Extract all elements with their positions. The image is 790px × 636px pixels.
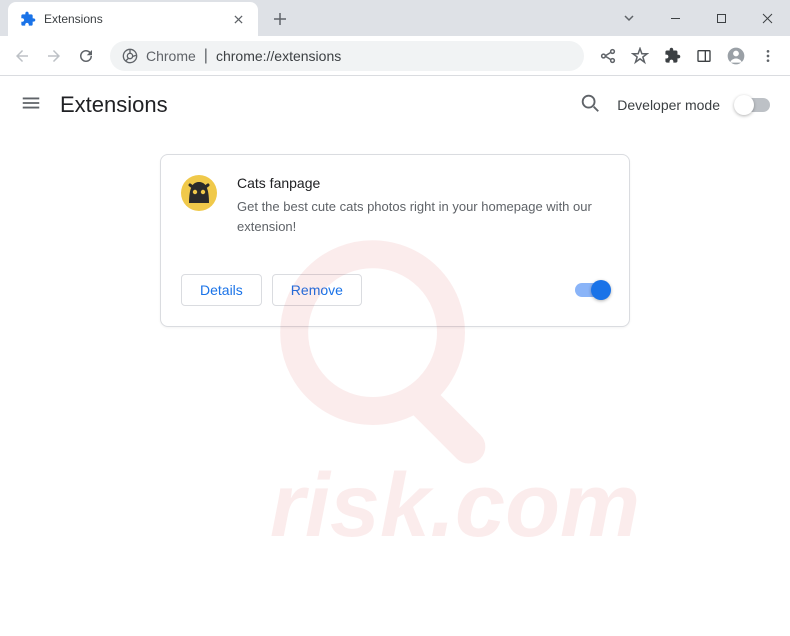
developer-mode-toggle[interactable] [736, 98, 770, 112]
details-button[interactable]: Details [181, 274, 262, 306]
hamburger-icon[interactable] [20, 92, 42, 119]
reload-button[interactable] [72, 42, 100, 70]
profile-icon[interactable] [722, 42, 750, 70]
minimize-button[interactable] [652, 0, 698, 36]
close-icon[interactable] [230, 11, 246, 27]
share-icon[interactable] [594, 42, 622, 70]
extension-icon [181, 175, 217, 211]
browser-tab[interactable]: Extensions [8, 2, 258, 36]
remove-button[interactable]: Remove [272, 274, 362, 306]
search-icon[interactable] [579, 92, 601, 119]
extension-name: Cats fanpage [237, 175, 609, 191]
tab-title: Extensions [44, 12, 222, 26]
new-tab-button[interactable] [266, 5, 294, 33]
browser-titlebar: Extensions [0, 0, 790, 36]
browser-toolbar: Chrome | chrome://extensions [0, 36, 790, 76]
sidepanel-icon[interactable] [690, 42, 718, 70]
star-icon[interactable] [626, 42, 654, 70]
chrome-icon [122, 48, 138, 64]
developer-mode-label: Developer mode [617, 97, 720, 113]
omnibox-divider: | [204, 47, 208, 65]
page-header: Extensions Developer mode [0, 76, 790, 134]
extension-enable-toggle[interactable] [575, 283, 609, 297]
back-button[interactable] [8, 42, 36, 70]
close-window-button[interactable] [744, 0, 790, 36]
extension-card: Cats fanpage Get the best cute cats phot… [160, 154, 630, 327]
window-controls [606, 0, 790, 36]
omnibox-url: chrome://extensions [216, 48, 341, 64]
page-content: risk.com Extensions Developer mode [0, 76, 790, 636]
omnibox-label: Chrome [146, 48, 196, 64]
maximize-button[interactable] [698, 0, 744, 36]
forward-button[interactable] [40, 42, 68, 70]
puzzle-icon [20, 11, 36, 27]
address-bar[interactable]: Chrome | chrome://extensions [110, 41, 584, 71]
page-title: Extensions [60, 92, 168, 118]
chevron-down-icon[interactable] [606, 0, 652, 36]
extensions-icon[interactable] [658, 42, 686, 70]
extension-description: Get the best cute cats photos right in y… [237, 197, 609, 236]
menu-icon[interactable] [754, 42, 782, 70]
